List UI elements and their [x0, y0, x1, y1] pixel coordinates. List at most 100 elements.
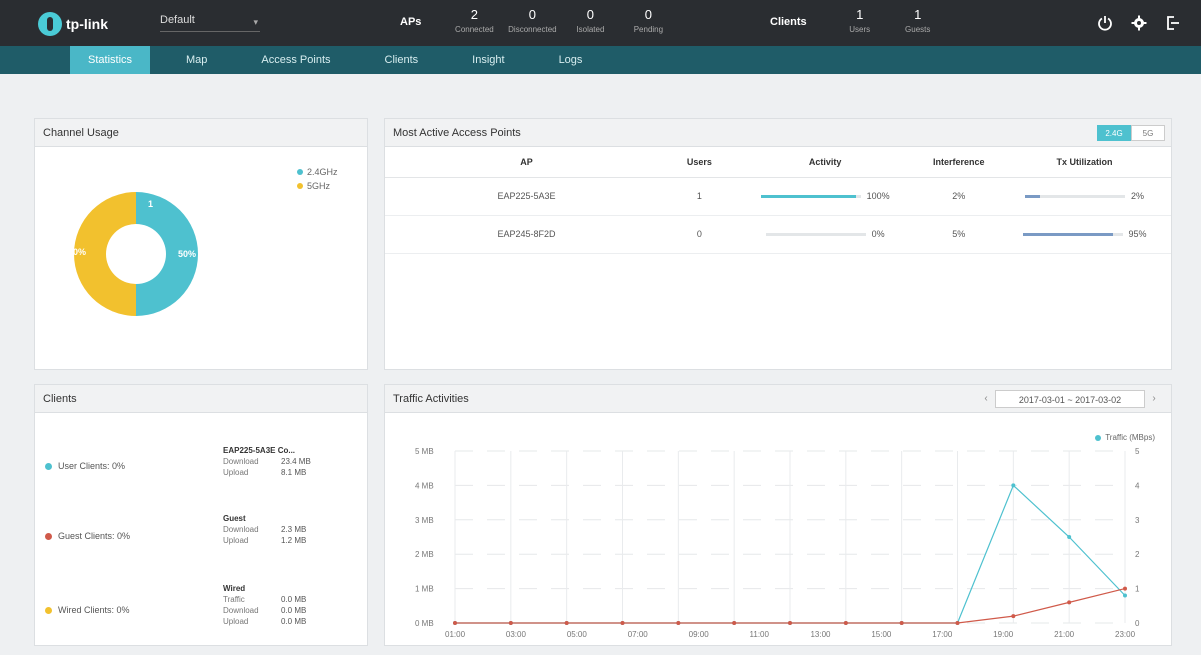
tab-map[interactable]: Map	[168, 46, 225, 74]
stat-label: Pending	[633, 25, 664, 34]
detail-key: Download	[223, 525, 259, 534]
series-point	[899, 621, 904, 625]
donut-top-label: 1	[148, 199, 154, 209]
x-tick-label: 19:00	[993, 630, 1014, 639]
col-tx-utilization[interactable]: Tx Utilization	[998, 147, 1171, 178]
stat-disconnected[interactable]: 0 Disconnected	[503, 8, 561, 35]
chevron-left-icon[interactable]: ‹	[977, 390, 995, 408]
series-point	[508, 621, 513, 625]
stat-users[interactable]: 1 Users	[831, 7, 889, 35]
x-tick-label: 05:00	[567, 630, 588, 639]
client-dot	[45, 606, 52, 614]
stat-isolated[interactable]: 0 Isolated	[561, 7, 619, 35]
tab-statistics[interactable]: Statistics	[70, 46, 151, 74]
stat-num: 1	[856, 7, 864, 22]
legend-item[interactable]: 5GHz	[297, 181, 330, 191]
activity-bar	[760, 194, 861, 198]
series-point	[676, 621, 681, 625]
series-point	[843, 621, 848, 625]
client-label: Wired Clients: 0%	[58, 605, 130, 615]
cell-interference: 5%	[919, 215, 999, 254]
tab-insight[interactable]: Insight	[454, 46, 522, 74]
date-range-picker: ‹ 2017-03-01 ~ 2017-03-02 ›	[977, 390, 1163, 408]
detail-value: 0.0 MB	[281, 595, 307, 604]
series-point	[1067, 535, 1072, 539]
table-row[interactable]: EAP225-5A3E 1 100% 2% 2%	[385, 177, 1171, 216]
client-detail: EAP225-5A3E Co... Download 23.4 MB Upload…	[223, 445, 311, 478]
stat-pending[interactable]: 0 Pending	[619, 8, 677, 35]
series-point	[955, 621, 960, 625]
stat-label: Users	[849, 25, 871, 34]
y-tick-label: 5 MB	[415, 447, 434, 456]
detail-title: EAP225-5A3E Co...	[223, 446, 296, 455]
series-point	[1011, 614, 1016, 619]
x-tick-label: 15:00	[871, 630, 892, 639]
legend-dot	[297, 169, 303, 175]
power-icon[interactable]	[1093, 11, 1117, 35]
cell-ap: EAP245-8F2D	[385, 215, 668, 254]
top-bar: tp-link Default ▾ APs 2 Connected 0 Discon…	[0, 0, 1201, 46]
cell-users: 1	[667, 177, 731, 216]
tplink-logo[interactable]: tp-link	[38, 12, 108, 36]
col-ap[interactable]: AP	[385, 147, 668, 178]
toggle-5g[interactable]: 5G	[1131, 125, 1165, 141]
cell-tx: 2%	[998, 177, 1171, 216]
y-tick-label-right: 1	[1135, 585, 1140, 594]
series-point	[1123, 586, 1127, 591]
legend-label: 2.4GHz	[307, 167, 338, 177]
detail-key: Upload	[223, 536, 249, 545]
tx-bar	[1022, 232, 1123, 236]
stat-guests[interactable]: 1 Guests	[889, 7, 947, 35]
detail-value: 8.1 MB	[281, 468, 307, 477]
stat-connected[interactable]: 2 Connected	[445, 8, 503, 35]
cell-tx: 95%	[998, 215, 1171, 254]
series-point	[564, 621, 569, 625]
legend-item[interactable]: 2.4GHz	[297, 167, 338, 177]
series-point	[620, 621, 625, 625]
cell-ap: EAP225-5A3E	[385, 177, 668, 216]
series-point	[1067, 600, 1072, 605]
tx-bar	[1025, 194, 1126, 198]
col-interference[interactable]: Interference	[919, 147, 999, 178]
stat-num: 0	[586, 7, 595, 22]
stat-label: Guests	[905, 25, 931, 34]
activity-value: 100%	[866, 191, 890, 201]
x-tick-label: 01:00	[445, 630, 466, 639]
panel-title: Clients	[35, 385, 367, 413]
x-tick-label: 07:00	[628, 630, 649, 639]
logo-text: tp-link	[66, 16, 108, 32]
traffic-line-chart: 0 MB 0 1 MB 1 2 MB 2 3 MB 3 4 MB 4 5 MB 5 01:00 03:00…	[415, 447, 1140, 639]
col-activity[interactable]: Activity	[730, 147, 920, 178]
table-row[interactable]: EAP245-8F2D 0 0% 5% 95%	[385, 215, 1171, 254]
panel-title: Most Active Access Points 2.4G 5G	[385, 119, 1171, 147]
col-users[interactable]: Users	[667, 147, 731, 178]
client-row-wired[interactable]: Wired Clients: 0%	[45, 605, 130, 615]
detail-key: Upload	[223, 617, 249, 626]
chevron-right-icon[interactable]: ›	[1145, 390, 1163, 408]
client-label: User Clients: 0%	[58, 461, 126, 471]
logout-icon[interactable]	[1161, 11, 1185, 35]
stat-label: Isolated	[576, 25, 605, 34]
stat-num: 1	[914, 7, 922, 22]
activity-value: 0%	[871, 229, 885, 239]
client-dot	[45, 532, 52, 540]
activity-bar	[765, 232, 866, 236]
x-tick-label: 13:00	[810, 630, 831, 639]
top-actions	[1093, 11, 1185, 35]
client-dot	[45, 462, 52, 470]
tab-clients[interactable]: Clients	[367, 46, 437, 74]
tab-logs[interactable]: Logs	[541, 46, 601, 74]
series-point	[1123, 593, 1127, 598]
series-point	[788, 621, 792, 625]
tab-access-points[interactable]: Access Points	[243, 46, 348, 74]
client-row-guest[interactable]: Guest Clients: 0%	[45, 531, 130, 541]
traffic-activities-panel: Traffic Activities ‹ 2017-03-01 ~ 2017-0…	[384, 384, 1172, 646]
date-range-field[interactable]: 2017-03-01 ~ 2017-03-02	[995, 390, 1145, 408]
toggle-2-4g[interactable]: 2.4G	[1097, 125, 1131, 141]
y-tick-label: 2 MB	[415, 550, 434, 559]
site-selector[interactable]: Default ▾	[160, 14, 260, 32]
cell-activity: 100%	[730, 177, 920, 216]
cell-activity: 0%	[730, 215, 920, 254]
gear-icon[interactable]	[1127, 11, 1151, 35]
client-row-user[interactable]: User Clients: 0%	[45, 461, 125, 471]
